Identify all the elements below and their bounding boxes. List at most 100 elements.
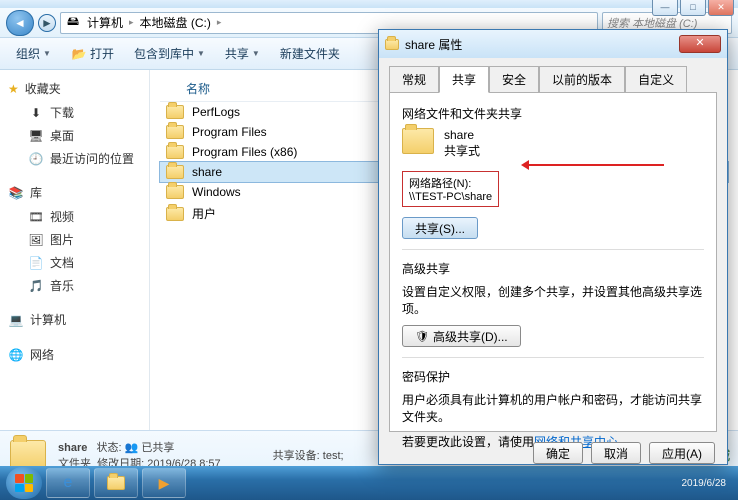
ok-button[interactable]: 确定 bbox=[533, 442, 583, 464]
cancel-button[interactable]: 取消 bbox=[591, 442, 641, 464]
dialog-tabs: 常规 共享 安全 以前的版本 自定义 bbox=[379, 58, 727, 92]
network-path-box: 网络路径(N): \\TEST-PC\share bbox=[402, 171, 499, 207]
chevron-down-icon: ▼ bbox=[252, 49, 260, 58]
folder-icon bbox=[166, 145, 184, 159]
open-label: 打开 bbox=[90, 45, 114, 62]
libraries-label: 库 bbox=[30, 184, 42, 201]
titlebar bbox=[0, 0, 738, 8]
section-password: 密码保护 bbox=[402, 368, 704, 385]
properties-dialog: share 属性 ✕ 常规 共享 安全 以前的版本 自定义 网络文件和文件夹共享… bbox=[378, 29, 728, 465]
annotation-arrow bbox=[524, 164, 664, 166]
favorites-label: 收藏夹 bbox=[25, 80, 61, 97]
taskbar-explorer[interactable] bbox=[94, 468, 138, 498]
share-button[interactable]: 共享(S)... bbox=[402, 217, 478, 239]
dialog-close-button[interactable]: ✕ bbox=[679, 35, 721, 53]
advanced-desc: 设置自定义权限，创建多个共享，并设置其他高级共享选项。 bbox=[402, 283, 704, 317]
open-button[interactable]: 📂打开 bbox=[65, 42, 120, 65]
password-change-text: 若要更改此设置，请使用 bbox=[402, 435, 534, 449]
folder-icon bbox=[385, 39, 399, 50]
folder-icon bbox=[166, 165, 184, 179]
netpath-value: \\TEST-PC\share bbox=[409, 191, 492, 203]
newfolder-button[interactable]: 新建文件夹 bbox=[274, 42, 346, 65]
file-name: PerfLogs bbox=[192, 105, 240, 119]
recent-icon: 🕘 bbox=[28, 151, 44, 167]
newfolder-label: 新建文件夹 bbox=[280, 45, 340, 62]
ie-icon: e bbox=[64, 474, 73, 492]
organize-menu[interactable]: 组织▼ bbox=[10, 42, 57, 65]
tab-content: 网络文件和文件夹共享 share 共享式 网络路径(N): \\TEST-PC\… bbox=[389, 92, 717, 432]
password-desc: 用户必须具有此计算机的用户帐户和密码，才能访问共享文件夹。 bbox=[402, 391, 704, 425]
apply-button[interactable]: 应用(A) bbox=[649, 442, 715, 464]
sidebar-item-label: 图片 bbox=[50, 231, 74, 248]
shield-icon: 🛡 bbox=[415, 330, 429, 343]
details-sharedev-label: 共享设备: bbox=[273, 450, 320, 462]
tab-general[interactable]: 常规 bbox=[389, 66, 439, 92]
file-name: Program Files (x86) bbox=[192, 145, 297, 159]
desktop-icon: 🖥 bbox=[28, 128, 44, 144]
taskbar-mediaplayer[interactable]: ▶ bbox=[142, 468, 186, 498]
media-icon: ▶ bbox=[159, 475, 170, 492]
breadcrumb-drive[interactable]: 本地磁盘 (C:) bbox=[140, 14, 211, 31]
sidebar-item-label: 桌面 bbox=[50, 127, 74, 144]
folder-icon bbox=[166, 185, 184, 199]
details-state-value: 已共享 bbox=[141, 442, 174, 454]
network-label: 网络 bbox=[30, 346, 54, 363]
sidebar-videos[interactable]: 🎞 视频 bbox=[0, 205, 149, 228]
minimize-button[interactable]: — bbox=[652, 0, 678, 16]
chevron-down-icon: ▼ bbox=[43, 49, 51, 58]
folder-icon bbox=[166, 207, 184, 221]
folder-icon bbox=[10, 440, 46, 470]
tab-custom[interactable]: 自定义 bbox=[625, 66, 687, 92]
sidebar-item-label: 音乐 bbox=[50, 277, 74, 294]
sidebar-pictures[interactable]: 🖼 图片 bbox=[0, 228, 149, 251]
sidebar: ★收藏夹 ⬇下载 🖥桌面 🕘最近访问的位置 📚库 🎞视频 🖼图片 📄文档 🎵音乐… bbox=[0, 70, 150, 430]
star-icon: ★ bbox=[8, 82, 19, 96]
advanced-share-label: 高级共享(D)... bbox=[433, 328, 508, 345]
forward-button[interactable]: ► bbox=[38, 14, 56, 32]
sidebar-documents[interactable]: 📄文档 bbox=[0, 251, 149, 274]
tab-previous[interactable]: 以前的版本 bbox=[539, 66, 625, 92]
close-button[interactable]: ✕ bbox=[708, 0, 734, 16]
system-tray[interactable]: 2019/6/28 bbox=[676, 478, 733, 489]
tab-security[interactable]: 安全 bbox=[489, 66, 539, 92]
video-icon: 🎞 bbox=[28, 209, 44, 225]
network-icon: 🌐 bbox=[8, 347, 24, 363]
back-button[interactable]: ◄ bbox=[6, 10, 34, 36]
share-folder-icon bbox=[402, 128, 434, 154]
breadcrumb-computer[interactable]: 计算机 bbox=[87, 14, 123, 31]
open-icon: 📂 bbox=[71, 46, 87, 62]
sidebar-recent[interactable]: 🕘 最近访问的位置 bbox=[0, 147, 149, 170]
sidebar-item-label: 下载 bbox=[50, 104, 74, 121]
sidebar-item-label: 文档 bbox=[50, 254, 74, 271]
file-name: 用户 bbox=[192, 205, 216, 222]
share-mode: 共享式 bbox=[444, 142, 480, 159]
libraries-header[interactable]: 📚库 bbox=[0, 180, 149, 205]
taskbar-ie[interactable]: e bbox=[46, 468, 90, 498]
share-menu[interactable]: 共享▼ bbox=[219, 42, 266, 65]
details-sharedev-value: test; bbox=[323, 450, 344, 462]
dialog-titlebar[interactable]: share 属性 ✕ bbox=[379, 30, 727, 58]
sidebar-music[interactable]: 🎵音乐 bbox=[0, 274, 149, 297]
favorites-header[interactable]: ★ 收藏夹 bbox=[0, 76, 149, 101]
library-icon: 📚 bbox=[8, 185, 24, 201]
advanced-share-button[interactable]: 🛡 高级共享(D)... bbox=[402, 325, 521, 347]
file-name: share bbox=[192, 165, 222, 179]
sidebar-downloads[interactable]: ⬇下载 bbox=[0, 101, 149, 124]
dialog-title: share 属性 bbox=[405, 36, 462, 53]
maximize-button[interactable]: □ bbox=[680, 0, 706, 16]
start-button[interactable] bbox=[6, 467, 42, 499]
include-label: 包含到库中 bbox=[134, 45, 194, 62]
netpath-label: 网络路径(N): bbox=[409, 175, 492, 191]
chevron-right-icon: ▸ bbox=[217, 17, 222, 28]
include-menu[interactable]: 包含到库中▼ bbox=[128, 42, 211, 65]
tab-sharing[interactable]: 共享 bbox=[439, 66, 489, 93]
sidebar-item-label: 视频 bbox=[50, 208, 74, 225]
sidebar-network[interactable]: 🌐 网络 bbox=[0, 342, 149, 367]
sidebar-desktop[interactable]: 🖥 桌面 bbox=[0, 124, 149, 147]
folder-icon bbox=[107, 476, 125, 490]
sidebar-computer[interactable]: 💻计算机 bbox=[0, 307, 149, 332]
sidebar-item-label: 最近访问的位置 bbox=[50, 150, 134, 167]
details-state-label: 状态: bbox=[97, 442, 122, 454]
file-name: Windows bbox=[192, 185, 241, 199]
picture-icon: 🖼 bbox=[28, 232, 44, 248]
